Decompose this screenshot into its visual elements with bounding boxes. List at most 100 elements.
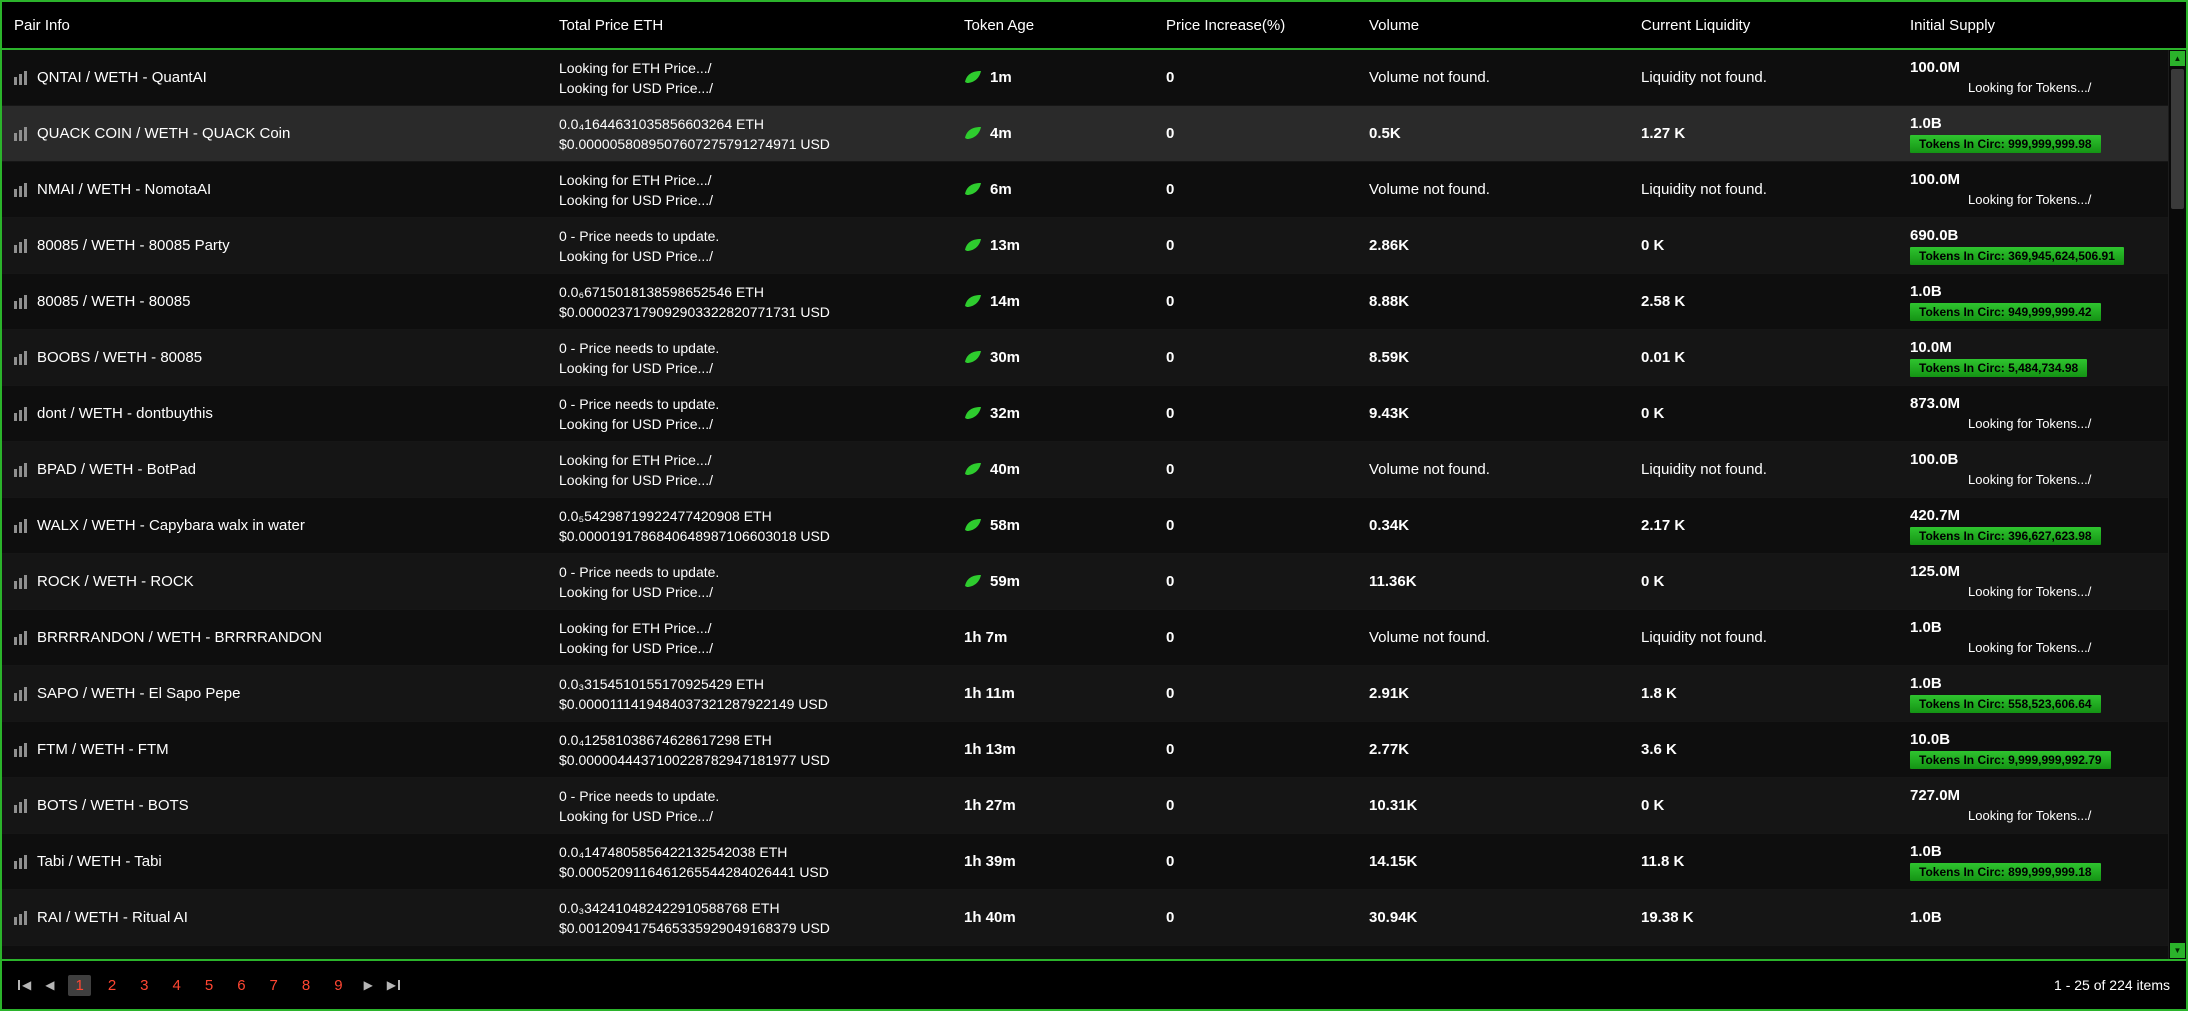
table-row[interactable]: WALX / WETH - Capybara walx in water 0.0… (2, 498, 2169, 554)
current-page[interactable]: 1 (68, 975, 90, 996)
prev-page-button[interactable]: ◀ (45, 978, 54, 992)
price-increase-value: 0 (1154, 741, 1357, 758)
chart-icon[interactable] (14, 575, 27, 589)
table-row[interactable]: QNTAI / WETH - QuantAI Looking for ETH P… (2, 50, 2169, 106)
initial-supply-value: 125.0M (1910, 563, 2169, 580)
chart-icon[interactable] (14, 127, 27, 141)
page-number[interactable]: 6 (230, 975, 252, 996)
price-usd: $0.0005209116461265544284026441 USD (559, 864, 952, 880)
column-header-pair-info[interactable]: Pair Info (2, 17, 547, 34)
price-eth: 0.0₅54298719922477420908 ETH (559, 508, 952, 524)
token-age: 59m (990, 573, 1020, 590)
table-row[interactable]: 80085 / WETH - 80085 0.0₆671501813859865… (2, 274, 2169, 330)
scrollbar-thumb[interactable] (2171, 69, 2184, 209)
tokens-in-circ-label: Tokens In Circ: 396,627,623.98 (1910, 527, 2101, 545)
scroll-down-icon[interactable]: ▼ (2170, 943, 2185, 958)
table-row[interactable]: BOOBS / WETH - 80085 0 - Price needs to … (2, 330, 2169, 386)
chart-icon[interactable] (14, 183, 27, 197)
new-token-leaf-icon (964, 70, 982, 85)
initial-supply-value: 100.0B (1910, 451, 2169, 468)
chart-icon[interactable] (14, 407, 27, 421)
initial-supply-value: 1.0B (1910, 843, 2169, 860)
volume-value: 2.91K (1357, 685, 1629, 702)
price-increase-value: 0 (1154, 797, 1357, 814)
chart-icon[interactable] (14, 687, 27, 701)
new-token-leaf-icon (964, 126, 982, 141)
last-page-button[interactable]: ▶ (387, 978, 400, 992)
volume-value: 9.43K (1357, 405, 1629, 422)
pair-name: RAI / WETH - Ritual AI (37, 909, 188, 926)
chart-icon[interactable] (14, 799, 27, 813)
page-number[interactable]: 7 (263, 975, 285, 996)
price-usd: Looking for USD Price.../ (559, 416, 952, 432)
column-header-token-age[interactable]: Token Age (952, 17, 1154, 34)
initial-supply-value: 873.0M (1910, 395, 2169, 412)
table-row[interactable]: 0.0₄4559442047072400462 ETH 10.0B (2, 946, 2169, 959)
table-row[interactable]: dont / WETH - dontbuythis 0 - Price need… (2, 386, 2169, 442)
table-row[interactable]: RAI / WETH - Ritual AI 0.0₃3424104824229… (2, 890, 2169, 946)
pair-name: ROCK / WETH - ROCK (37, 573, 194, 590)
chart-icon[interactable] (14, 295, 27, 309)
price-usd: $0.0012094175465335929049168379 USD (559, 920, 952, 936)
chart-icon[interactable] (14, 239, 27, 253)
page-number[interactable]: 4 (166, 975, 188, 996)
column-header-total-price-eth[interactable]: Total Price ETH (547, 17, 952, 34)
initial-supply-value: 1.0B (1910, 619, 2169, 636)
first-page-button[interactable]: ◀ (18, 978, 31, 992)
table-row[interactable]: QUACK COIN / WETH - QUACK Coin 0.0₄16446… (2, 106, 2169, 162)
volume-value: Volume not found. (1357, 629, 1629, 646)
scroll-up-icon[interactable]: ▲ (2170, 51, 2185, 66)
page-number[interactable]: 2 (101, 975, 123, 996)
table-row[interactable]: NMAI / WETH - NomotaAI Looking for ETH P… (2, 162, 2169, 218)
volume-value: Volume not found. (1357, 461, 1629, 478)
page-number[interactable]: 3 (133, 975, 155, 996)
chart-icon[interactable] (14, 743, 27, 757)
new-token-leaf-icon (964, 238, 982, 253)
chart-icon[interactable] (14, 351, 27, 365)
table-row[interactable]: BPAD / WETH - BotPad Looking for ETH Pri… (2, 442, 2169, 498)
price-eth: 0.0₃3154510155170925429 ETH (559, 676, 952, 692)
price-increase-value: 0 (1154, 237, 1357, 254)
chart-icon[interactable] (14, 519, 27, 533)
table-body: QNTAI / WETH - QuantAI Looking for ETH P… (2, 50, 2169, 959)
pair-name: FTM / WETH - FTM (37, 741, 169, 758)
initial-supply-value: 1.0B (1910, 675, 2169, 692)
table-row[interactable]: SAPO / WETH - El Sapo Pepe 0.0₃315451015… (2, 666, 2169, 722)
tokens-in-circ: Looking for Tokens.../ (1968, 471, 2169, 489)
pair-name: BRRRRANDON / WETH - BRRRRANDON (37, 629, 322, 646)
table-row[interactable]: Tabi / WETH - Tabi 0.0₄14748058564221325… (2, 834, 2169, 890)
liquidity-value: Liquidity not found. (1629, 69, 1898, 86)
volume-value: 0.5K (1357, 125, 1629, 142)
next-page-button[interactable]: ▶ (364, 978, 373, 992)
chart-icon[interactable] (14, 911, 27, 925)
table-row[interactable]: 80085 / WETH - 80085 Party 0 - Price nee… (2, 218, 2169, 274)
column-header-initial-supply[interactable]: Initial Supply (1898, 17, 2186, 34)
chart-icon[interactable] (14, 855, 27, 869)
vertical-scrollbar[interactable]: ▲ ▼ (2168, 50, 2186, 959)
liquidity-value: 3.6 K (1629, 741, 1898, 758)
table-row[interactable]: BOTS / WETH - BOTS 0 - Price needs to up… (2, 778, 2169, 834)
table-row[interactable]: BRRRRANDON / WETH - BRRRRANDON Looking f… (2, 610, 2169, 666)
table-row[interactable]: FTM / WETH - FTM 0.0₄1258103867462861729… (2, 722, 2169, 778)
column-header-volume[interactable]: Volume (1357, 17, 1629, 34)
chart-icon[interactable] (14, 463, 27, 477)
tokens-in-circ: Tokens In Circ: 899,999,999.18 (1910, 863, 2169, 881)
chart-icon[interactable] (14, 631, 27, 645)
table-row[interactable]: ROCK / WETH - ROCK 0 - Price needs to up… (2, 554, 2169, 610)
column-header-price-increase[interactable]: Price Increase(%) (1154, 17, 1357, 34)
token-age: 1h 11m (964, 685, 1015, 702)
tokens-in-circ-label: Looking for Tokens.../ (1968, 640, 2091, 655)
page-number[interactable]: 8 (295, 975, 317, 996)
page-number[interactable]: 5 (198, 975, 220, 996)
token-pairs-grid: Pair Info Total Price ETH Token Age Pric… (0, 0, 2188, 1011)
new-token-leaf-icon (964, 294, 982, 309)
token-age: 32m (990, 405, 1020, 422)
chart-icon[interactable] (14, 71, 27, 85)
token-age: 1h 13m (964, 741, 1016, 758)
liquidity-value: 0 K (1629, 405, 1898, 422)
price-usd: Looking for USD Price.../ (559, 248, 952, 264)
page-number[interactable]: 9 (327, 975, 349, 996)
price-eth: 0 - Price needs to update. (559, 228, 952, 244)
price-eth: Looking for ETH Price.../ (559, 620, 952, 636)
column-header-current-liquidity[interactable]: Current Liquidity (1629, 17, 1898, 34)
